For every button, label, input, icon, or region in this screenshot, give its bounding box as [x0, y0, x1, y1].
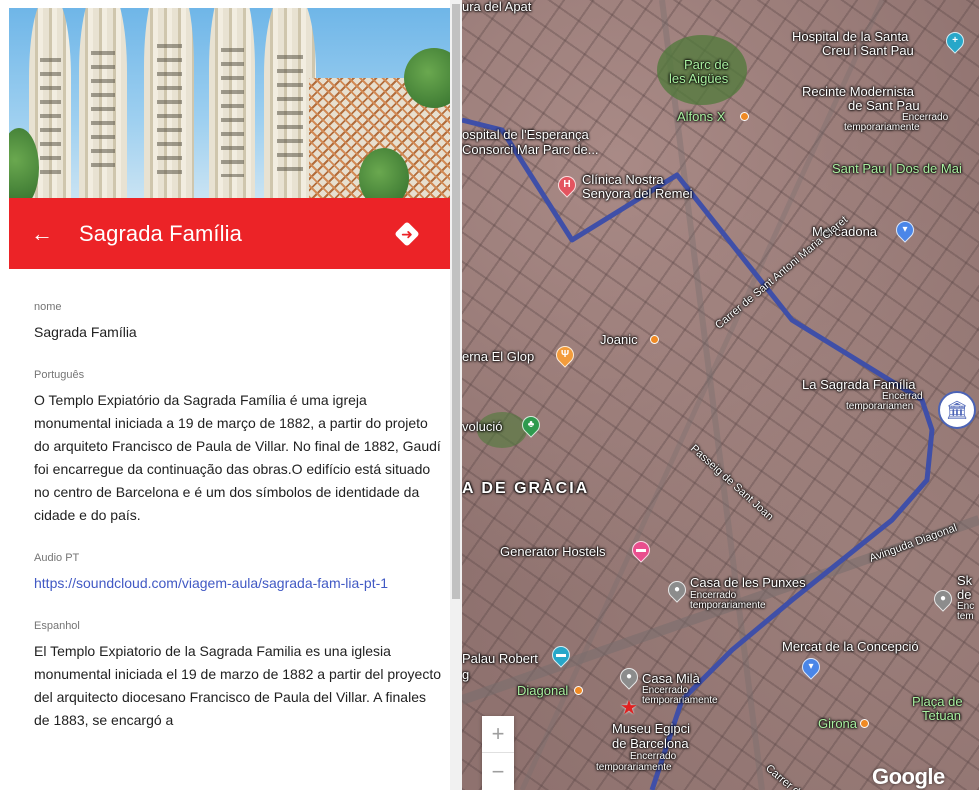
field-label: Português [34, 369, 85, 381]
map-label: Casa de les Punxes [690, 575, 806, 590]
map-label: Creu i Sant Pau [822, 43, 914, 58]
audio-pt-link[interactable]: https://soundcloud.com/viagem-aula/sagra… [34, 575, 388, 591]
map-label: Joanic [600, 332, 638, 347]
map-label: Plaça de [912, 694, 963, 709]
field-value: Sagrada Família [34, 324, 137, 340]
map-label: La Sagrada Família [802, 377, 916, 392]
field-espanhol: Espanhol El Templo Expiatorio de la Sagr… [34, 620, 444, 732]
map-label: Recinte Modernista [802, 84, 914, 99]
page-title: Sagrada Família [79, 220, 242, 246]
sagrada-familia-photo [9, 8, 450, 198]
field-nome: nome Sagrada Família [34, 301, 444, 344]
field-label: nome [34, 301, 62, 313]
field-value: O Templo Expiatório da Sagrada Família é… [34, 392, 441, 523]
map-label: tem [957, 611, 974, 622]
map-label: temporariamen [846, 401, 914, 412]
museum-marker-icon[interactable]: 🏛 [938, 391, 976, 429]
map-label: Senyora del Remei [582, 186, 693, 201]
field-audio-pt: Audio PT https://soundcloud.com/viagem-a… [34, 552, 444, 595]
map-label: de Sant Pau [848, 98, 920, 113]
map-label: Tetuan [922, 708, 962, 723]
map-label: Consorci Mar Parc de... [462, 142, 599, 157]
field-label: Espanhol [34, 620, 80, 632]
map-label: Casa Milà [642, 671, 700, 686]
place-details: nome Sagrada Família Português O Templo … [34, 301, 444, 757]
map-label: de [957, 587, 972, 602]
field-value: El Templo Expiatorio de la Sagrada Famil… [34, 643, 442, 728]
map-label: de Barcelona [612, 736, 689, 751]
map-label: Clínica Nostra [582, 172, 664, 187]
district-label: A DE GRÀCIA [462, 480, 590, 497]
map-label: Sant Pau | Dos de Mai [832, 161, 962, 176]
zoom-in-button[interactable]: + [482, 716, 514, 753]
place-detail-panel: ← Sagrada Família ➜ nome Sagrada Família… [0, 0, 450, 790]
map-label: Parc de [684, 57, 729, 72]
zoom-controls: + − [482, 716, 514, 790]
map-label: Hospital de la Santa [792, 29, 909, 44]
app-header: ← Sagrada Família ➜ [9, 198, 450, 269]
map-label: ospital de l'Esperança [462, 127, 589, 142]
directions-button[interactable]: ➜ [394, 220, 420, 247]
map-label: volució [462, 419, 503, 434]
map-label: Encerrado [630, 751, 677, 762]
metro-stop-icon[interactable] [650, 335, 659, 344]
scrollbar-thumb[interactable] [452, 4, 460, 599]
metro-stop-icon[interactable] [740, 112, 749, 121]
map-label: temporariamente [642, 695, 718, 706]
map-label: g [462, 667, 470, 682]
map-view[interactable]: ura del Apat Hospital de la Santa Creu i… [462, 0, 979, 790]
field-portugues: Português O Templo Expiatório da Sagrada… [34, 369, 444, 527]
panel-scrollbar[interactable] [450, 0, 462, 790]
map-label: erna El Glop [462, 349, 535, 364]
metro-stop-icon[interactable] [860, 719, 869, 728]
map-label: Generator Hostels [500, 544, 606, 559]
map-label: les Aigües [669, 71, 729, 86]
map-label: temporariamente [596, 762, 672, 773]
map-label: Alfons X [677, 109, 726, 124]
back-button[interactable]: ← [17, 198, 67, 269]
star-marker-icon[interactable]: ★ [620, 695, 638, 720]
google-logo: Google My [872, 764, 945, 789]
arrow-left-icon: ← [31, 220, 53, 246]
metro-stop-icon[interactable] [574, 686, 583, 695]
map-label: Mercat de la Concepció [782, 639, 919, 654]
zoom-out-button[interactable]: − [482, 753, 514, 790]
map-label: ura del Apat [462, 0, 532, 14]
map-label: temporariamente [844, 122, 920, 133]
map-label: Sk [957, 573, 973, 588]
field-label: Audio PT [34, 552, 80, 564]
map-label: Girona [818, 716, 858, 731]
map-label: Palau Robert [462, 651, 538, 666]
map-label: Museu Egipci [612, 721, 691, 736]
map-label: temporariamente [690, 600, 766, 611]
map-label: Diagonal [517, 683, 569, 698]
